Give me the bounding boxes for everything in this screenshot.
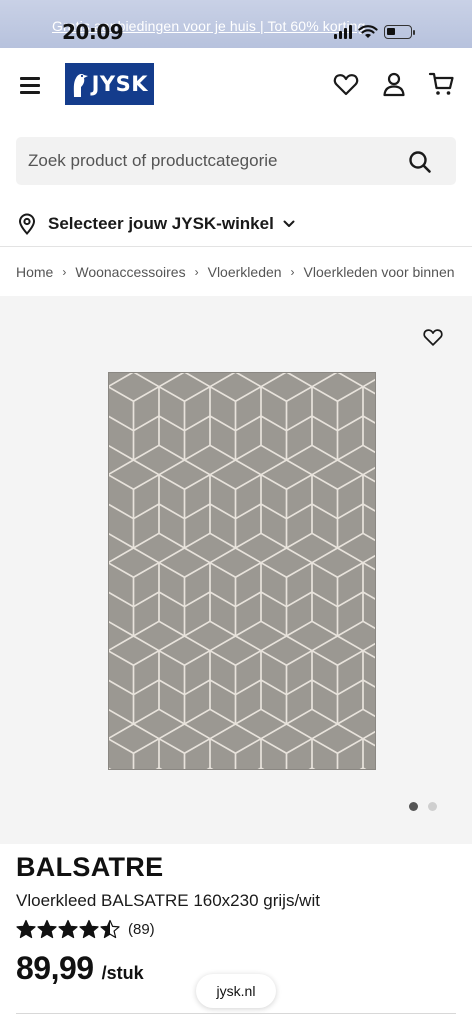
- search-icon[interactable]: [408, 150, 432, 174]
- heart-icon[interactable]: [332, 70, 360, 98]
- review-count[interactable]: (89): [128, 921, 155, 938]
- search-input[interactable]: [28, 137, 398, 185]
- divider: [16, 1013, 456, 1014]
- wifi-icon: [358, 25, 378, 38]
- breadcrumb-item[interactable]: Woonaccessoires: [75, 264, 185, 280]
- account-icon[interactable]: [380, 70, 408, 98]
- rating-stars: [16, 919, 120, 939]
- product-gallery[interactable]: [0, 296, 472, 844]
- browser-url: jysk.nl: [216, 983, 256, 999]
- chevron-right-icon: ›: [290, 265, 295, 279]
- cart-icon[interactable]: [428, 70, 456, 98]
- search-bar: [16, 137, 456, 185]
- browser-url-pill[interactable]: jysk.nl: [196, 974, 276, 1008]
- gallery-pagination: [409, 802, 437, 811]
- star-icon: [37, 919, 57, 939]
- store-selector[interactable]: Selecteer jouw JYSK-winkel: [18, 211, 296, 237]
- bird-logo-icon: [73, 74, 88, 97]
- signal-icon: [334, 25, 352, 39]
- breadcrumb-item[interactable]: Vloerkleden: [208, 264, 282, 280]
- star-icon: [16, 919, 36, 939]
- status-icons: [334, 22, 415, 42]
- chevron-right-icon: ›: [62, 265, 67, 279]
- location-pin-icon: [18, 213, 36, 235]
- price-unit: /stuk: [101, 963, 144, 983]
- product-brand: BALSATRE: [16, 852, 164, 882]
- logo-text: JYSK: [91, 72, 148, 96]
- breadcrumb-item[interactable]: Vloerkleden voor binnen: [304, 264, 455, 280]
- star-icon: [58, 919, 78, 939]
- wishlist-heart-icon[interactable]: [422, 326, 444, 348]
- product-price: 89,99 /stuk: [16, 950, 144, 987]
- star-icon: [79, 919, 99, 939]
- status-time: 20:09: [62, 20, 124, 44]
- jysk-logo[interactable]: JYSK: [65, 63, 154, 105]
- store-selector-label: Selecteer jouw JYSK-winkel: [48, 214, 274, 233]
- site-header: JYSK: [0, 48, 472, 124]
- product-rating[interactable]: (89): [16, 918, 155, 940]
- breadcrumb-item[interactable]: Home: [16, 264, 53, 280]
- price-amount: 89,99: [16, 950, 94, 986]
- star-icon: [100, 919, 120, 939]
- battery-icon: [384, 25, 415, 39]
- breadcrumb: Home › Woonaccessoires › Vloerkleden › V…: [16, 262, 472, 282]
- product-title: Vloerkleed BALSATRE 160x230 grijs/wit: [16, 891, 320, 910]
- product-image-rug[interactable]: [108, 372, 376, 770]
- menu-icon[interactable]: [20, 77, 40, 94]
- chevron-right-icon: ›: [194, 265, 199, 279]
- divider: [0, 246, 472, 247]
- gallery-dot[interactable]: [409, 802, 418, 811]
- chevron-down-icon: [283, 220, 295, 227]
- gallery-dot[interactable]: [428, 802, 437, 811]
